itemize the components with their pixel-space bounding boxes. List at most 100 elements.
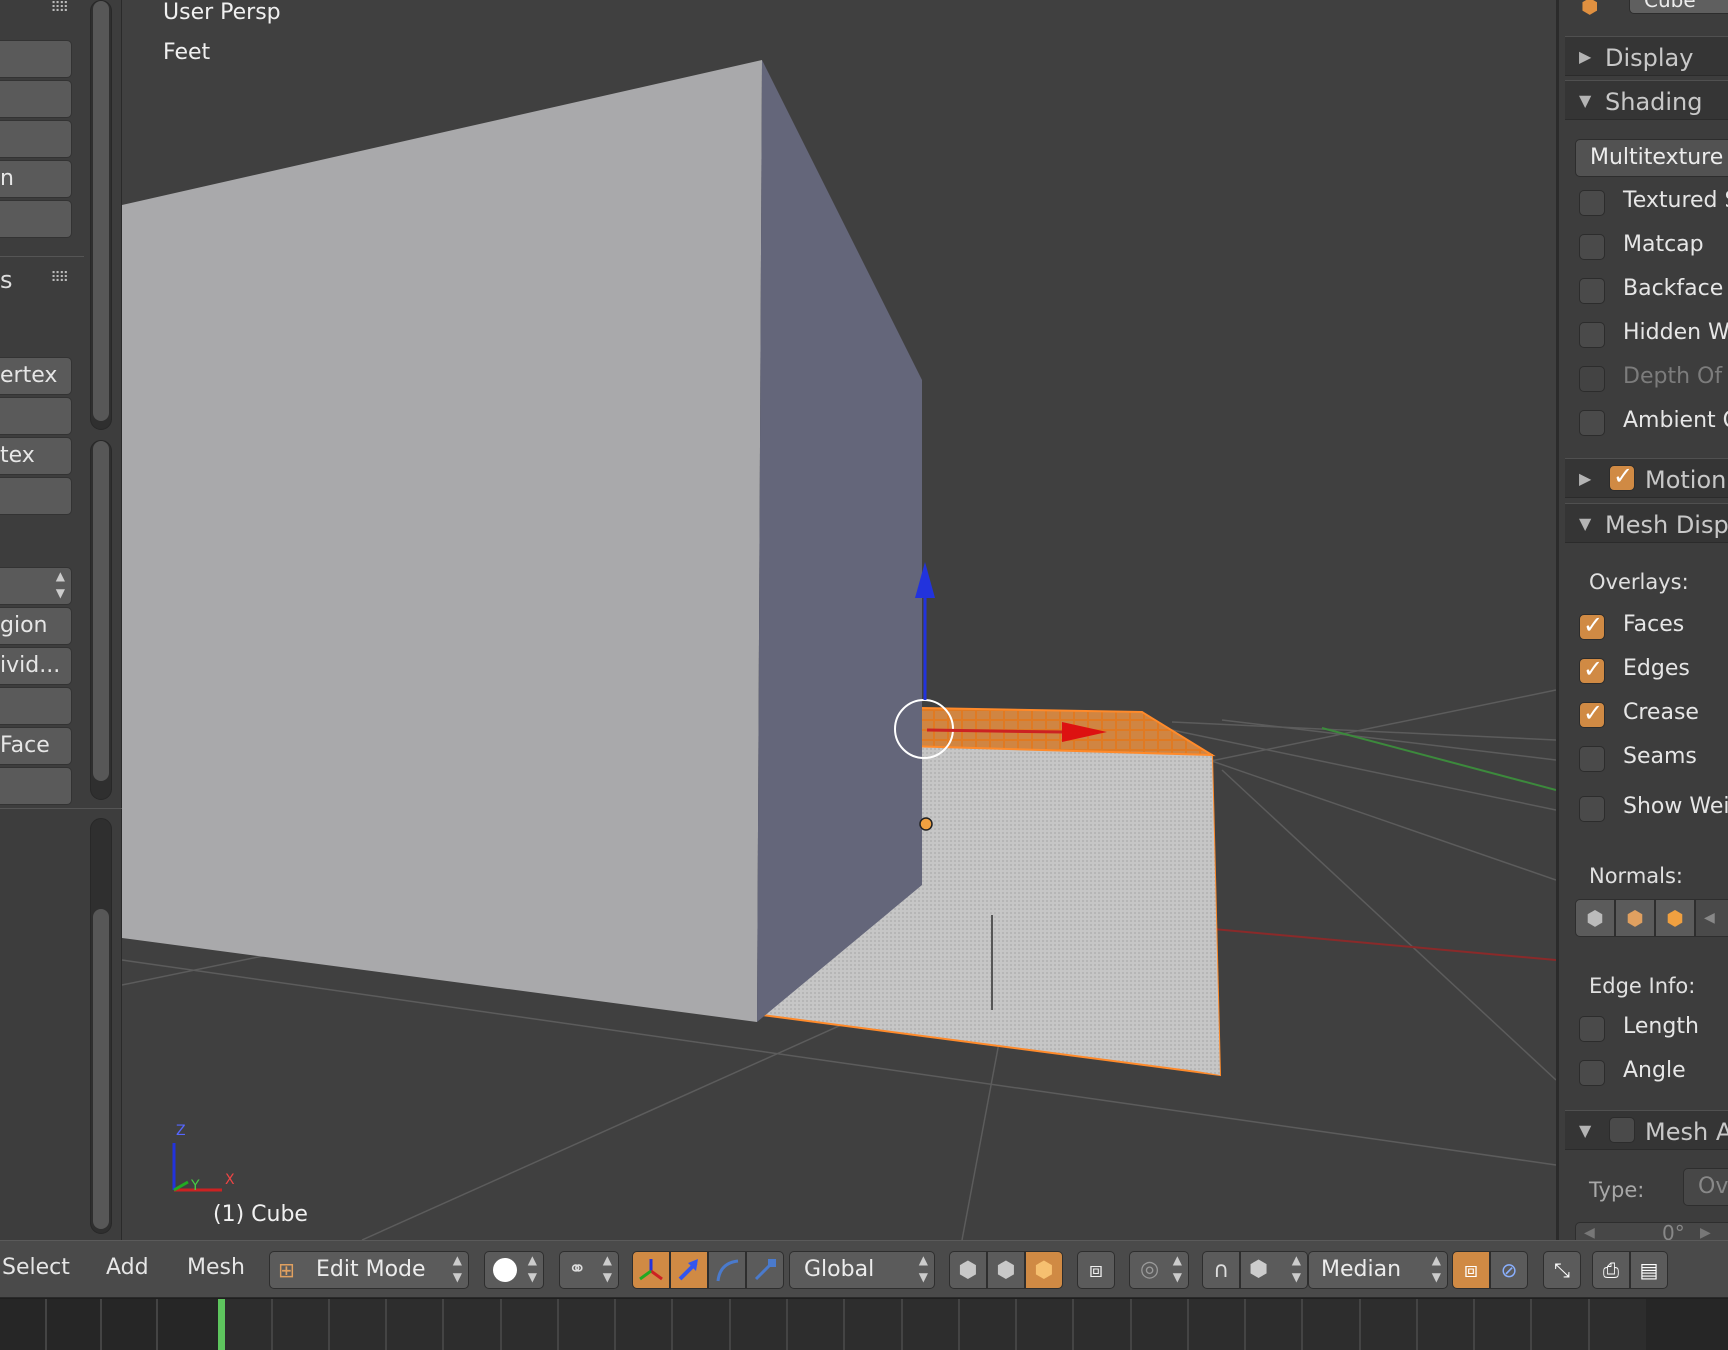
current-frame-cursor[interactable] — [218, 1299, 225, 1350]
section-mesh-analysis[interactable]: ▼Mesh An — [1565, 1110, 1728, 1150]
edge-info-row[interactable]: Angle — [1579, 1056, 1728, 1090]
timeline[interactable] — [0, 1298, 1728, 1350]
checkbox[interactable] — [1579, 190, 1605, 216]
overlay-row[interactable]: Edges — [1579, 654, 1728, 688]
tool-button[interactable]: Face — [0, 727, 72, 765]
large-cube-side-face[interactable] — [757, 60, 922, 1022]
checkbox[interactable] — [1579, 796, 1605, 822]
checkbox[interactable] — [1579, 234, 1605, 260]
object-icon: ⬢ — [1581, 0, 1599, 18]
tool-button[interactable] — [0, 200, 72, 238]
manipulator-toggle-icon[interactable] — [632, 1251, 670, 1289]
shading-option-row[interactable]: Hidden Wi — [1579, 318, 1728, 352]
object-name-field[interactable]: Cube — [1629, 0, 1728, 14]
snap-magnet-icon[interactable]: ∩ — [1202, 1251, 1240, 1289]
occlude-geometry-icon[interactable]: ⧈ — [1077, 1251, 1115, 1289]
tool-button[interactable] — [0, 767, 72, 805]
snap-rotate-icon[interactable]: ⊘ — [1490, 1251, 1528, 1289]
units-label: Feet — [163, 40, 211, 65]
overlay-row[interactable]: Seams — [1579, 742, 1728, 776]
vertex-normals-icon[interactable]: ⬢ — [1575, 899, 1615, 937]
scrollbar[interactable] — [90, 0, 112, 430]
tool-button[interactable] — [0, 477, 72, 515]
checkbox[interactable] — [1579, 1060, 1605, 1086]
object-origin-icon[interactable] — [919, 817, 933, 831]
opengl-render-icon[interactable]: ⤡ — [1543, 1251, 1581, 1289]
checkbox[interactable] — [1609, 462, 1635, 491]
face-normals-icon[interactable]: ⬢ — [1655, 899, 1695, 937]
drag-handle-icon[interactable]: ⠿⠿ — [50, 270, 68, 286]
tool-button[interactable]: ertex — [0, 357, 72, 395]
translate-manipulator-icon[interactable] — [670, 1251, 708, 1289]
edge-select-icon[interactable]: ⬢ — [987, 1251, 1025, 1289]
shading-option-row[interactable]: Ambient O — [1579, 406, 1728, 440]
checkbox[interactable] — [1609, 1117, 1635, 1143]
checkbox[interactable] — [1579, 655, 1605, 684]
render-still-icon[interactable]: ⎙ — [1592, 1251, 1630, 1289]
rotate-manipulator-icon[interactable] — [708, 1251, 746, 1289]
section-motion-tracking[interactable]: ▶Motion T — [1565, 458, 1728, 498]
checkbox[interactable] — [1579, 746, 1605, 772]
section-shading[interactable]: ▼ Shading — [1565, 80, 1728, 120]
tool-button[interactable]: ivid... — [0, 647, 72, 685]
shading-option-row[interactable]: Textured S — [1579, 186, 1728, 220]
shading-option-row[interactable]: Backface C — [1579, 274, 1728, 308]
scale-manipulator-icon[interactable] — [746, 1251, 784, 1289]
vertex-select-icon[interactable]: ⬢ — [949, 1251, 987, 1289]
snap-target-dropdown[interactable]: Median ▲ ▼ — [1308, 1251, 1448, 1289]
tool-button[interactable] — [0, 40, 72, 78]
x-manipulator-axis[interactable] — [926, 728, 1063, 734]
split-normals-icon[interactable]: ⬢ — [1615, 899, 1655, 937]
3d-viewport[interactable]: User Persp Feet (1) Cube Z Y X — [122, 0, 1556, 1240]
tool-button[interactable] — [0, 80, 72, 118]
scrollbar[interactable] — [90, 440, 112, 800]
snap-element-dropdown[interactable]: ⬢ ▲ ▼ — [1240, 1251, 1308, 1289]
pivot-point-dropdown[interactable]: ⚭ ▲ ▼ — [559, 1251, 619, 1289]
view-name-label: User Persp — [163, 0, 281, 25]
overlay-row[interactable]: Show Weig — [1579, 792, 1728, 826]
overlay-row[interactable]: Faces — [1579, 610, 1728, 644]
normals-buttons: ⬢ ⬢ ⬢ ◀ — [1575, 899, 1728, 937]
edit-mode-icon: ⊞ — [278, 1258, 295, 1282]
timeline-ruler — [0, 1299, 1728, 1350]
section-display[interactable]: ▶ Display — [1565, 36, 1728, 76]
checkbox[interactable] — [1579, 322, 1605, 348]
proportional-editing-dropdown[interactable]: ◎ ▲ ▼ — [1129, 1251, 1189, 1289]
checkbox — [1579, 366, 1605, 392]
checkbox[interactable] — [1579, 410, 1605, 436]
large-cube-front-face[interactable] — [122, 60, 762, 1022]
tool-button[interactable]: gion — [0, 607, 72, 645]
scrollbar[interactable] — [90, 818, 112, 1234]
section-mesh-display[interactable]: ▼ Mesh Displ — [1565, 503, 1728, 543]
drag-handle-icon[interactable]: ⠿⠿ — [50, 0, 68, 16]
shading-option-row[interactable]: Matcap — [1579, 230, 1728, 264]
tool-button[interactable]: n — [0, 160, 72, 198]
menu-add[interactable]: Add — [106, 1255, 149, 1280]
shading-mode-dropdown[interactable]: Multitexture — [1575, 139, 1728, 177]
solid-shading-icon — [493, 1258, 517, 1282]
shelf-divider — [0, 808, 122, 809]
mode-dropdown[interactable]: ⊞ Edit Mode ▲ ▼ — [269, 1251, 469, 1289]
checkbox[interactable] — [1579, 611, 1605, 640]
edge-info-label: Edge Info: — [1589, 974, 1696, 998]
tool-dropdown[interactable]: ▲ ▼ — [0, 567, 72, 605]
checkbox[interactable] — [1579, 1016, 1605, 1042]
tool-button[interactable]: tex — [0, 437, 72, 475]
menu-mesh[interactable]: Mesh — [187, 1255, 245, 1280]
render-animation-icon[interactable]: ▤ — [1630, 1251, 1668, 1289]
menu-select[interactable]: Select — [2, 1255, 70, 1280]
tool-button[interactable] — [0, 397, 72, 435]
edge-info-row[interactable]: Length — [1579, 1012, 1728, 1046]
tool-button[interactable] — [0, 120, 72, 158]
checkbox[interactable] — [1579, 278, 1605, 304]
face-select-icon[interactable]: ⬢ — [1025, 1251, 1063, 1289]
snap-project-icon[interactable]: ⧈ — [1452, 1251, 1490, 1289]
normal-size-field[interactable]: ◀ — [1695, 899, 1728, 937]
pivot-icon: ⚭ — [568, 1257, 587, 1282]
shelf-tab-label[interactable]: s — [0, 266, 13, 294]
viewport-shading-dropdown[interactable]: ▲ ▼ — [484, 1251, 544, 1289]
overlay-row[interactable]: Crease — [1579, 698, 1728, 732]
checkbox[interactable] — [1579, 699, 1605, 728]
transform-orientation-dropdown[interactable]: Global ▲ ▼ — [789, 1251, 935, 1289]
tool-button[interactable] — [0, 687, 72, 725]
